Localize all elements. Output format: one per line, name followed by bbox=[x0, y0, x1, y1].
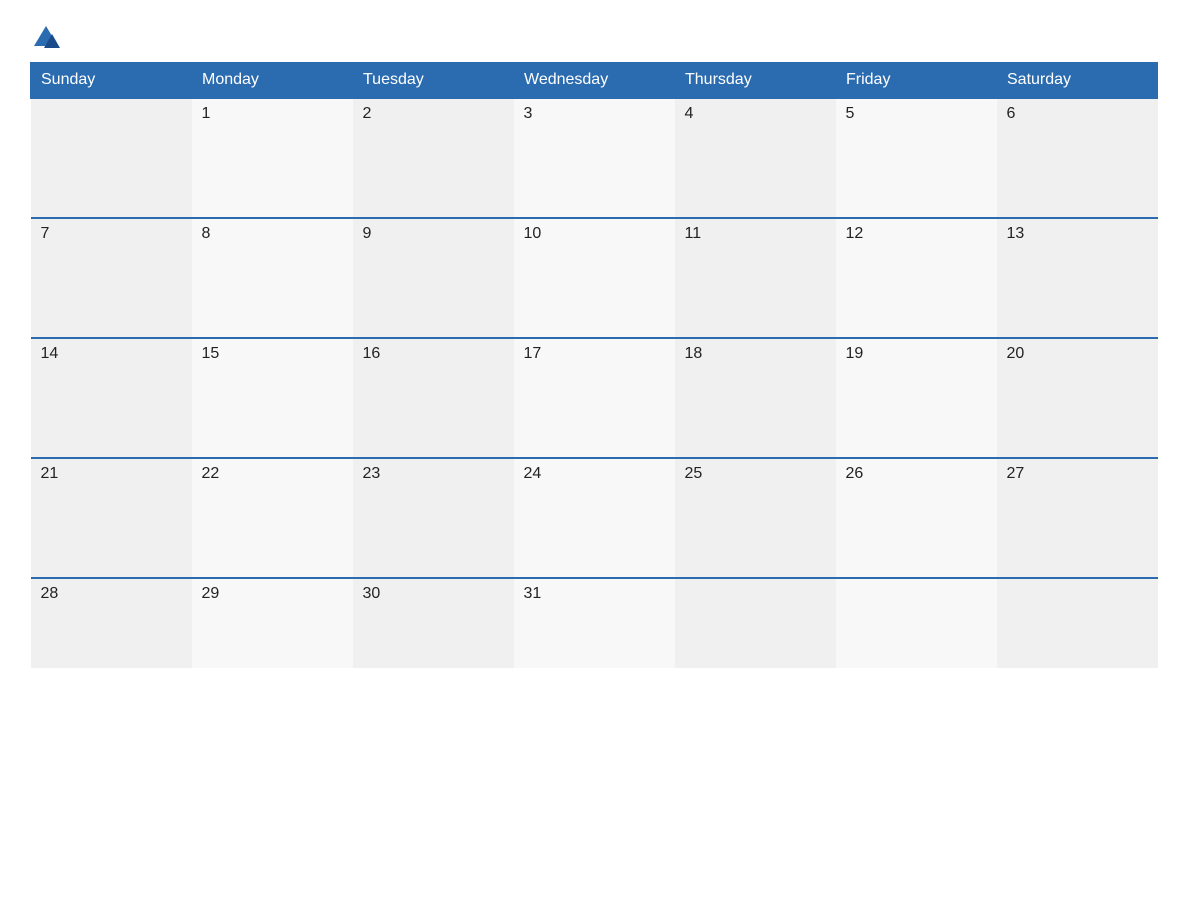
calendar-cell bbox=[997, 578, 1158, 668]
calendar-week-2: 7 8 9 10 11 12 13 bbox=[31, 218, 1158, 338]
day-number: 27 bbox=[1007, 465, 1148, 483]
calendar-cell: 31 bbox=[514, 578, 675, 668]
day-number: 26 bbox=[846, 465, 987, 483]
calendar-cell: 15 bbox=[192, 338, 353, 458]
calendar-cell: 28 bbox=[31, 578, 192, 668]
logo-icon bbox=[32, 24, 60, 52]
weekday-header-tuesday: Tuesday bbox=[353, 63, 514, 99]
calendar-cell: 18 bbox=[675, 338, 836, 458]
day-number: 4 bbox=[685, 105, 826, 123]
calendar-cell: 19 bbox=[836, 338, 997, 458]
calendar-cell bbox=[836, 578, 997, 668]
day-number: 30 bbox=[363, 585, 504, 603]
calendar-cell: 3 bbox=[514, 98, 675, 218]
calendar-cell: 16 bbox=[353, 338, 514, 458]
day-number: 29 bbox=[202, 585, 343, 603]
calendar-cell: 8 bbox=[192, 218, 353, 338]
day-number: 24 bbox=[524, 465, 665, 483]
calendar-cell: 13 bbox=[997, 218, 1158, 338]
calendar-cell: 29 bbox=[192, 578, 353, 668]
day-number: 7 bbox=[41, 225, 182, 243]
calendar-cell: 4 bbox=[675, 98, 836, 218]
calendar-cell: 12 bbox=[836, 218, 997, 338]
day-number: 5 bbox=[846, 105, 987, 123]
day-number: 18 bbox=[685, 345, 826, 363]
calendar-week-3: 14 15 16 17 18 19 20 bbox=[31, 338, 1158, 458]
calendar-cell: 17 bbox=[514, 338, 675, 458]
day-number: 25 bbox=[685, 465, 826, 483]
weekday-header-monday: Monday bbox=[192, 63, 353, 99]
calendar-cell: 9 bbox=[353, 218, 514, 338]
day-number: 13 bbox=[1007, 225, 1148, 243]
calendar-week-1: 1 2 3 4 5 6 bbox=[31, 98, 1158, 218]
day-number: 3 bbox=[524, 105, 665, 123]
day-number: 21 bbox=[41, 465, 182, 483]
weekday-header-wednesday: Wednesday bbox=[514, 63, 675, 99]
day-number: 12 bbox=[846, 225, 987, 243]
calendar-cell: 23 bbox=[353, 458, 514, 578]
day-number: 19 bbox=[846, 345, 987, 363]
day-number: 17 bbox=[524, 345, 665, 363]
calendar-cell bbox=[31, 98, 192, 218]
calendar-week-4: 21 22 23 24 25 26 27 bbox=[31, 458, 1158, 578]
calendar-cell bbox=[675, 578, 836, 668]
day-number: 22 bbox=[202, 465, 343, 483]
day-number: 6 bbox=[1007, 105, 1148, 123]
calendar-cell: 14 bbox=[31, 338, 192, 458]
day-number: 9 bbox=[363, 225, 504, 243]
day-number: 31 bbox=[524, 585, 665, 603]
calendar-cell: 27 bbox=[997, 458, 1158, 578]
day-number: 8 bbox=[202, 225, 343, 243]
calendar-cell: 2 bbox=[353, 98, 514, 218]
calendar-cell: 22 bbox=[192, 458, 353, 578]
calendar-cell: 7 bbox=[31, 218, 192, 338]
calendar-cell: 10 bbox=[514, 218, 675, 338]
day-number: 16 bbox=[363, 345, 504, 363]
weekday-header-sunday: Sunday bbox=[31, 63, 192, 99]
calendar-cell: 24 bbox=[514, 458, 675, 578]
calendar-table: SundayMondayTuesdayWednesdayThursdayFrid… bbox=[30, 62, 1158, 668]
day-number: 10 bbox=[524, 225, 665, 243]
calendar-cell: 6 bbox=[997, 98, 1158, 218]
day-number: 15 bbox=[202, 345, 343, 363]
weekday-header-friday: Friday bbox=[836, 63, 997, 99]
day-number: 20 bbox=[1007, 345, 1148, 363]
logo bbox=[30, 20, 60, 52]
calendar-header-row: SundayMondayTuesdayWednesdayThursdayFrid… bbox=[31, 63, 1158, 99]
weekday-header-thursday: Thursday bbox=[675, 63, 836, 99]
calendar-week-5: 28 29 30 31 bbox=[31, 578, 1158, 668]
day-number: 2 bbox=[363, 105, 504, 123]
calendar-cell: 20 bbox=[997, 338, 1158, 458]
calendar-cell: 25 bbox=[675, 458, 836, 578]
day-number: 23 bbox=[363, 465, 504, 483]
calendar-cell: 21 bbox=[31, 458, 192, 578]
calendar-cell: 1 bbox=[192, 98, 353, 218]
day-number: 28 bbox=[41, 585, 182, 603]
calendar-cell: 30 bbox=[353, 578, 514, 668]
day-number: 14 bbox=[41, 345, 182, 363]
calendar-cell: 11 bbox=[675, 218, 836, 338]
page-header bbox=[30, 20, 1158, 52]
day-number: 1 bbox=[202, 105, 343, 123]
calendar-cell: 26 bbox=[836, 458, 997, 578]
calendar-cell: 5 bbox=[836, 98, 997, 218]
weekday-header-saturday: Saturday bbox=[997, 63, 1158, 99]
day-number: 11 bbox=[685, 225, 826, 243]
